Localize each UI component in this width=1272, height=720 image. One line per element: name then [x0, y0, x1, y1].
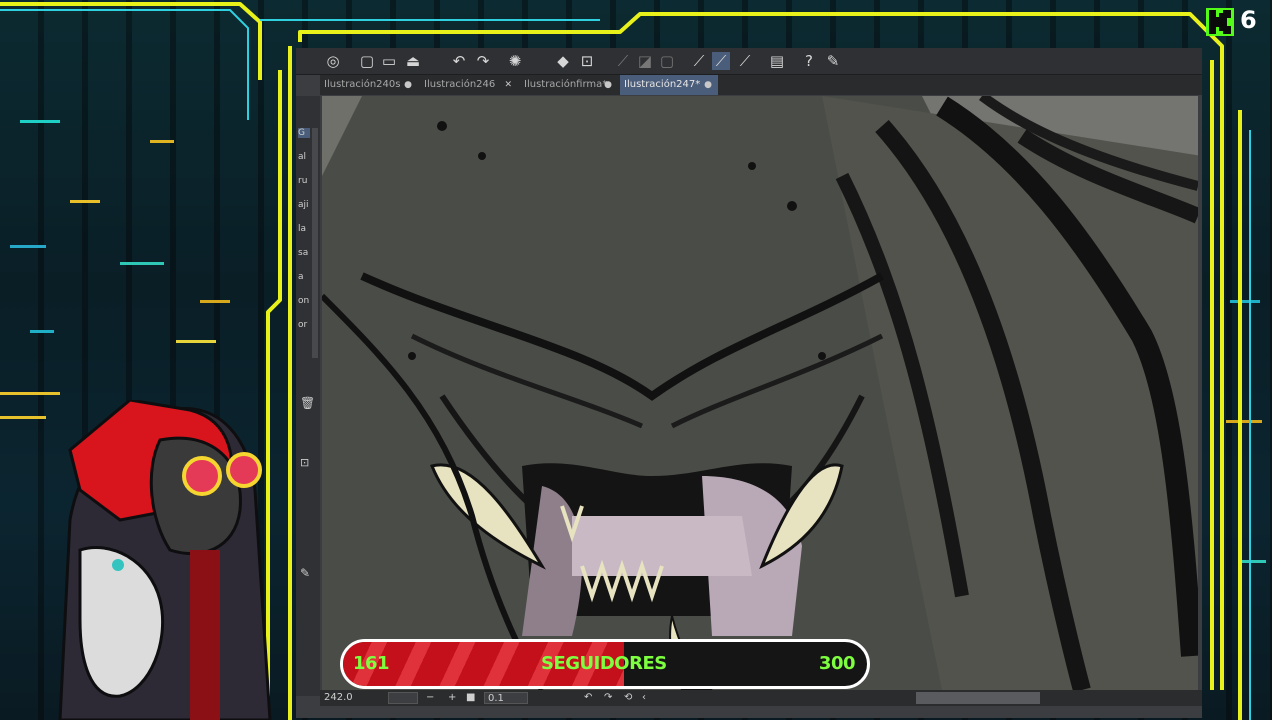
- follower-goal-bar: 161 SEGUIDORES 300: [340, 639, 870, 689]
- streamer-avatar-character: [58, 400, 272, 720]
- follower-label: SEGUIDORES: [541, 653, 667, 674]
- kick-logo-icon: [1206, 8, 1234, 36]
- follower-goal-count: 300: [818, 653, 856, 674]
- follower-current-count: 161: [353, 653, 390, 674]
- viewer-count: 6: [1240, 6, 1257, 34]
